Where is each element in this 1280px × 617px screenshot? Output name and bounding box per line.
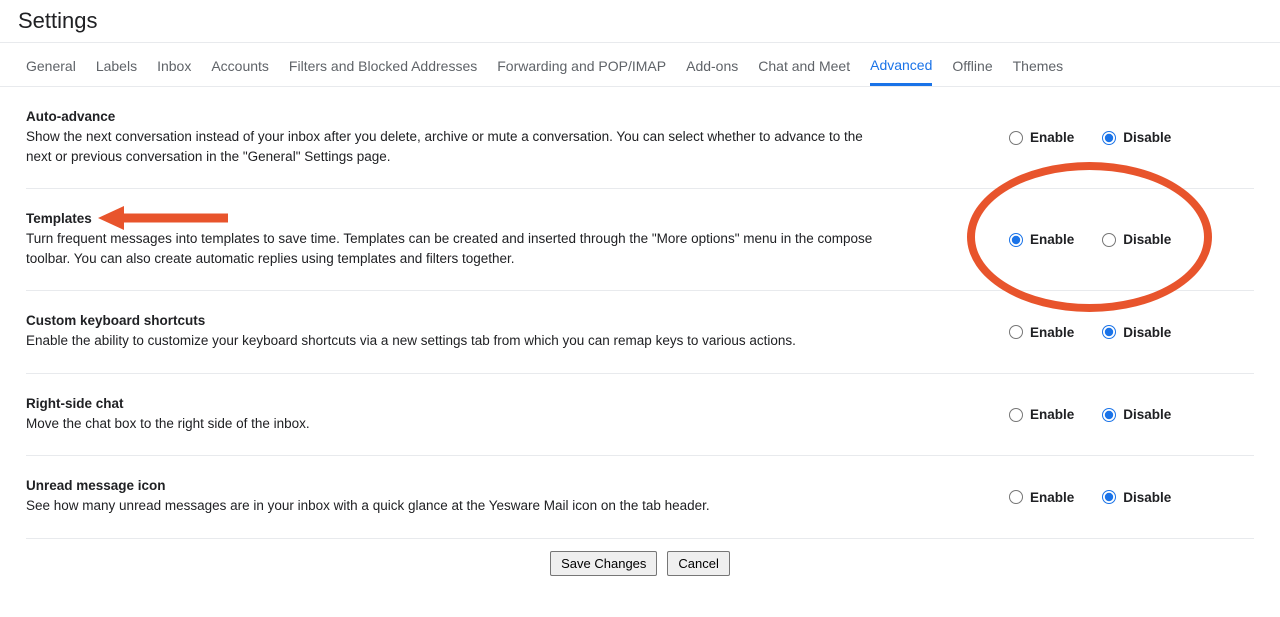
setting-desc: Show the next conversation instead of yo… bbox=[26, 127, 876, 166]
radio-enable-label: Enable bbox=[1030, 130, 1074, 145]
tab-chat-meet[interactable]: Chat and Meet bbox=[758, 44, 850, 86]
radio-enable-input[interactable] bbox=[1009, 325, 1023, 339]
radio-disable-label: Disable bbox=[1123, 130, 1171, 145]
radio-disable[interactable]: Disable bbox=[1102, 130, 1171, 145]
setting-auto-advance: Auto-advance Show the next conversation … bbox=[26, 87, 1254, 189]
radio-disable-label: Disable bbox=[1123, 490, 1171, 505]
setting-text: Unread message icon See how many unread … bbox=[26, 478, 906, 516]
radio-enable[interactable]: Enable bbox=[1009, 490, 1074, 505]
setting-desc: See how many unread messages are in your… bbox=[26, 496, 876, 516]
tab-forwarding[interactable]: Forwarding and POP/IMAP bbox=[497, 44, 666, 86]
tab-labels[interactable]: Labels bbox=[96, 44, 137, 86]
setting-custom-keyboard-shortcuts: Custom keyboard shortcuts Enable the abi… bbox=[26, 291, 1254, 374]
radio-enable[interactable]: Enable bbox=[1009, 130, 1074, 145]
radio-disable-label: Disable bbox=[1123, 407, 1171, 422]
settings-tabs: General Labels Inbox Accounts Filters an… bbox=[0, 43, 1280, 87]
radio-disable-label: Disable bbox=[1123, 325, 1171, 340]
radio-group: Enable Disable bbox=[1009, 232, 1254, 247]
radio-disable[interactable]: Disable bbox=[1102, 490, 1171, 505]
radio-disable[interactable]: Disable bbox=[1102, 325, 1171, 340]
radio-enable-label: Enable bbox=[1030, 490, 1074, 505]
tab-themes[interactable]: Themes bbox=[1013, 44, 1064, 86]
page-title: Settings bbox=[18, 8, 1272, 34]
setting-desc: Turn frequent messages into templates to… bbox=[26, 229, 876, 268]
setting-title: Right-side chat bbox=[26, 396, 876, 411]
radio-disable-input[interactable] bbox=[1102, 325, 1116, 339]
radio-disable-label: Disable bbox=[1123, 232, 1171, 247]
tab-general[interactable]: General bbox=[26, 44, 76, 86]
settings-page: Settings General Labels Inbox Accounts F… bbox=[0, 0, 1280, 596]
settings-body: Auto-advance Show the next conversation … bbox=[0, 87, 1280, 596]
setting-text: Right-side chat Move the chat box to the… bbox=[26, 396, 906, 434]
tab-filters[interactable]: Filters and Blocked Addresses bbox=[289, 44, 477, 86]
radio-enable[interactable]: Enable bbox=[1009, 407, 1074, 422]
tab-advanced[interactable]: Advanced bbox=[870, 43, 932, 86]
radio-enable-input[interactable] bbox=[1009, 131, 1023, 145]
setting-text: Auto-advance Show the next conversation … bbox=[26, 109, 906, 166]
setting-desc: Enable the ability to customize your key… bbox=[26, 331, 876, 351]
radio-enable-input[interactable] bbox=[1009, 490, 1023, 504]
radio-disable[interactable]: Disable bbox=[1102, 232, 1171, 247]
setting-title: Custom keyboard shortcuts bbox=[26, 313, 876, 328]
settings-header: Settings bbox=[0, 0, 1280, 43]
radio-disable-input[interactable] bbox=[1102, 490, 1116, 504]
tab-inbox[interactable]: Inbox bbox=[157, 44, 191, 86]
radio-disable[interactable]: Disable bbox=[1102, 407, 1171, 422]
setting-unread-message-icon: Unread message icon See how many unread … bbox=[26, 456, 1254, 539]
radio-enable-label: Enable bbox=[1030, 325, 1074, 340]
radio-enable-input[interactable] bbox=[1009, 408, 1023, 422]
tab-offline[interactable]: Offline bbox=[952, 44, 992, 86]
setting-title: Unread message icon bbox=[26, 478, 876, 493]
tab-accounts[interactable]: Accounts bbox=[211, 44, 269, 86]
setting-desc: Move the chat box to the right side of t… bbox=[26, 414, 876, 434]
button-row: Save Changes Cancel bbox=[26, 539, 1254, 596]
radio-group: Enable Disable bbox=[1009, 490, 1254, 505]
tab-addons[interactable]: Add-ons bbox=[686, 44, 738, 86]
radio-enable[interactable]: Enable bbox=[1009, 325, 1074, 340]
radio-enable[interactable]: Enable bbox=[1009, 232, 1074, 247]
radio-disable-input[interactable] bbox=[1102, 131, 1116, 145]
setting-right-side-chat: Right-side chat Move the chat box to the… bbox=[26, 374, 1254, 457]
radio-enable-label: Enable bbox=[1030, 232, 1074, 247]
cancel-button[interactable]: Cancel bbox=[667, 551, 729, 576]
radio-enable-input[interactable] bbox=[1009, 233, 1023, 247]
radio-enable-label: Enable bbox=[1030, 407, 1074, 422]
setting-text: Templates Turn frequent messages into te… bbox=[26, 211, 906, 268]
setting-text: Custom keyboard shortcuts Enable the abi… bbox=[26, 313, 906, 351]
radio-disable-input[interactable] bbox=[1102, 408, 1116, 422]
radio-group: Enable Disable bbox=[1009, 325, 1254, 340]
radio-disable-input[interactable] bbox=[1102, 233, 1116, 247]
radio-group: Enable Disable bbox=[1009, 130, 1254, 145]
setting-title: Templates bbox=[26, 211, 876, 226]
setting-templates: Templates Turn frequent messages into te… bbox=[26, 189, 1254, 291]
setting-title: Auto-advance bbox=[26, 109, 876, 124]
radio-group: Enable Disable bbox=[1009, 407, 1254, 422]
save-changes-button[interactable]: Save Changes bbox=[550, 551, 657, 576]
